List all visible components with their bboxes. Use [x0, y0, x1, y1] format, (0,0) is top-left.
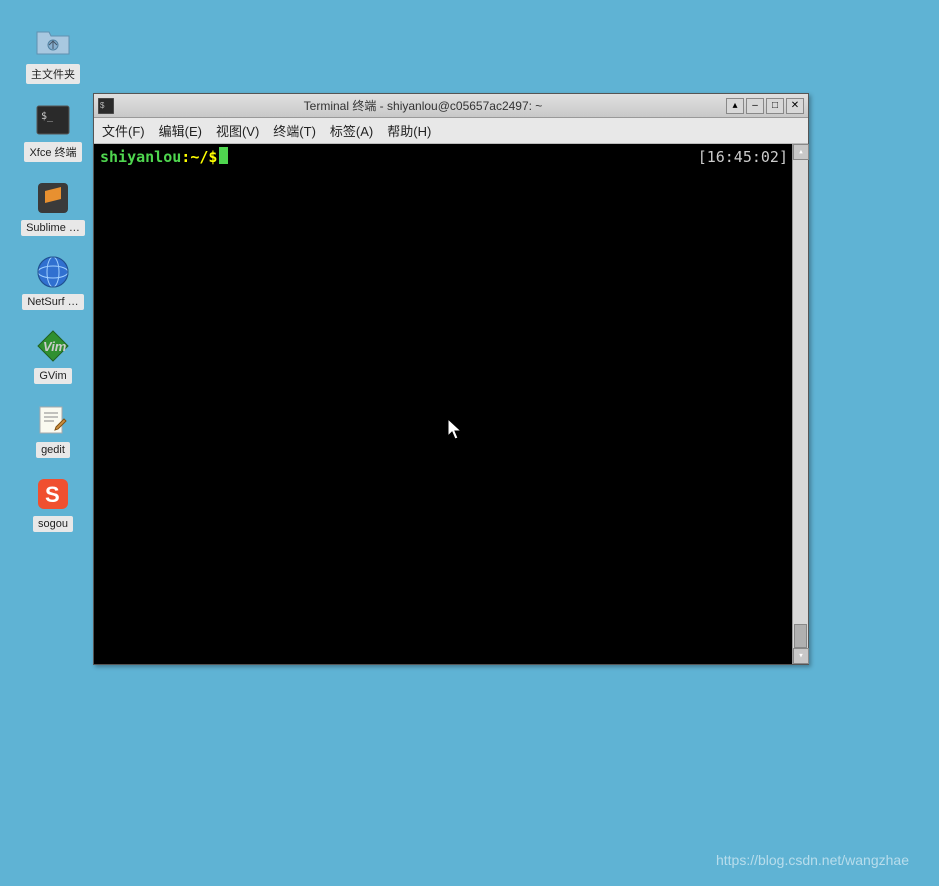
window-title: Terminal 终端 - shiyanlou@c05657ac2497: ~: [120, 97, 726, 114]
prompt-sep: :: [181, 147, 190, 167]
desktop-icon-label: Xfce 终端: [24, 142, 81, 162]
desktop-icon-label: 主文件夹: [26, 64, 80, 84]
terminal-cursor: [219, 147, 228, 164]
svg-text:$_: $_: [41, 111, 54, 122]
svg-text:$: $: [100, 101, 105, 110]
terminal-icon: $_: [35, 102, 71, 138]
netsurf-icon: [35, 254, 71, 290]
desktop-icon-label: gedit: [36, 442, 70, 458]
vertical-scrollbar[interactable]: ▴ ▾: [792, 144, 808, 664]
menubar: 文件(F) 编辑(E) 视图(V) 终端(T) 标签(A) 帮助(H): [94, 118, 808, 144]
desktop-icon-home-folder[interactable]: 主文件夹: [18, 24, 88, 84]
desktop-icon-xfce-terminal[interactable]: $_ Xfce 终端: [18, 102, 88, 162]
menu-edit[interactable]: 编辑(E): [159, 121, 202, 140]
desktop-icon-gedit[interactable]: gedit: [18, 402, 88, 458]
desktop-icon-gvim[interactable]: Vim GVim: [18, 328, 88, 384]
menu-help[interactable]: 帮助(H): [387, 121, 431, 140]
desktop-icon-label: NetSurf …: [22, 294, 83, 310]
folder-icon: [35, 24, 71, 60]
desktop-icons: 主文件夹 $_ Xfce 终端 Sublime … NetSurf … Vim …: [18, 24, 88, 532]
desktop-icon-label: GVim: [34, 368, 71, 384]
prompt-user: shiyanlou: [100, 147, 181, 167]
maximize-button[interactable]: □: [766, 98, 784, 114]
terminal-window: $ Terminal 终端 - shiyanlou@c05657ac2497: …: [93, 93, 809, 665]
menu-tabs[interactable]: 标签(A): [330, 121, 373, 140]
menu-view[interactable]: 视图(V): [216, 121, 259, 140]
desktop-icon-netsurf[interactable]: NetSurf …: [18, 254, 88, 310]
prompt-dollar: $: [208, 147, 217, 167]
menu-file[interactable]: 文件(F): [102, 121, 145, 140]
scroll-down-button[interactable]: ▾: [793, 648, 809, 664]
gedit-icon: [35, 402, 71, 438]
terminal-app-icon: $: [98, 98, 114, 114]
titlebar[interactable]: $ Terminal 终端 - shiyanlou@c05657ac2497: …: [94, 94, 808, 118]
rollup-button[interactable]: ▴: [726, 98, 744, 114]
close-button[interactable]: ✕: [786, 98, 804, 114]
desktop-icon-label: sogou: [33, 516, 73, 532]
sublime-icon: [35, 180, 71, 216]
svg-text:Vim: Vim: [43, 339, 67, 354]
titlebar-buttons: ▴ – □ ✕: [726, 98, 804, 114]
gvim-icon: Vim: [35, 328, 71, 364]
terminal-timestamp: [16:45:02]: [698, 147, 788, 167]
desktop-icon-label: Sublime …: [21, 220, 85, 236]
minimize-button[interactable]: –: [746, 98, 764, 114]
scroll-up-button[interactable]: ▴: [793, 144, 809, 160]
scroll-thumb[interactable]: [794, 624, 807, 648]
terminal-body[interactable]: shiyanlou:~/ $ [16:45:02] ▴ ▾: [94, 144, 808, 664]
desktop-icon-sogou[interactable]: S sogou: [18, 476, 88, 532]
watermark: https://blog.csdn.net/wangzhae: [716, 852, 909, 868]
sogou-icon: S: [35, 476, 71, 512]
menu-terminal[interactable]: 终端(T): [273, 121, 316, 140]
terminal-line: shiyanlou:~/ $: [100, 147, 802, 167]
prompt-path: ~/: [190, 147, 208, 167]
svg-text:S: S: [45, 482, 60, 507]
desktop-icon-sublime[interactable]: Sublime …: [18, 180, 88, 236]
